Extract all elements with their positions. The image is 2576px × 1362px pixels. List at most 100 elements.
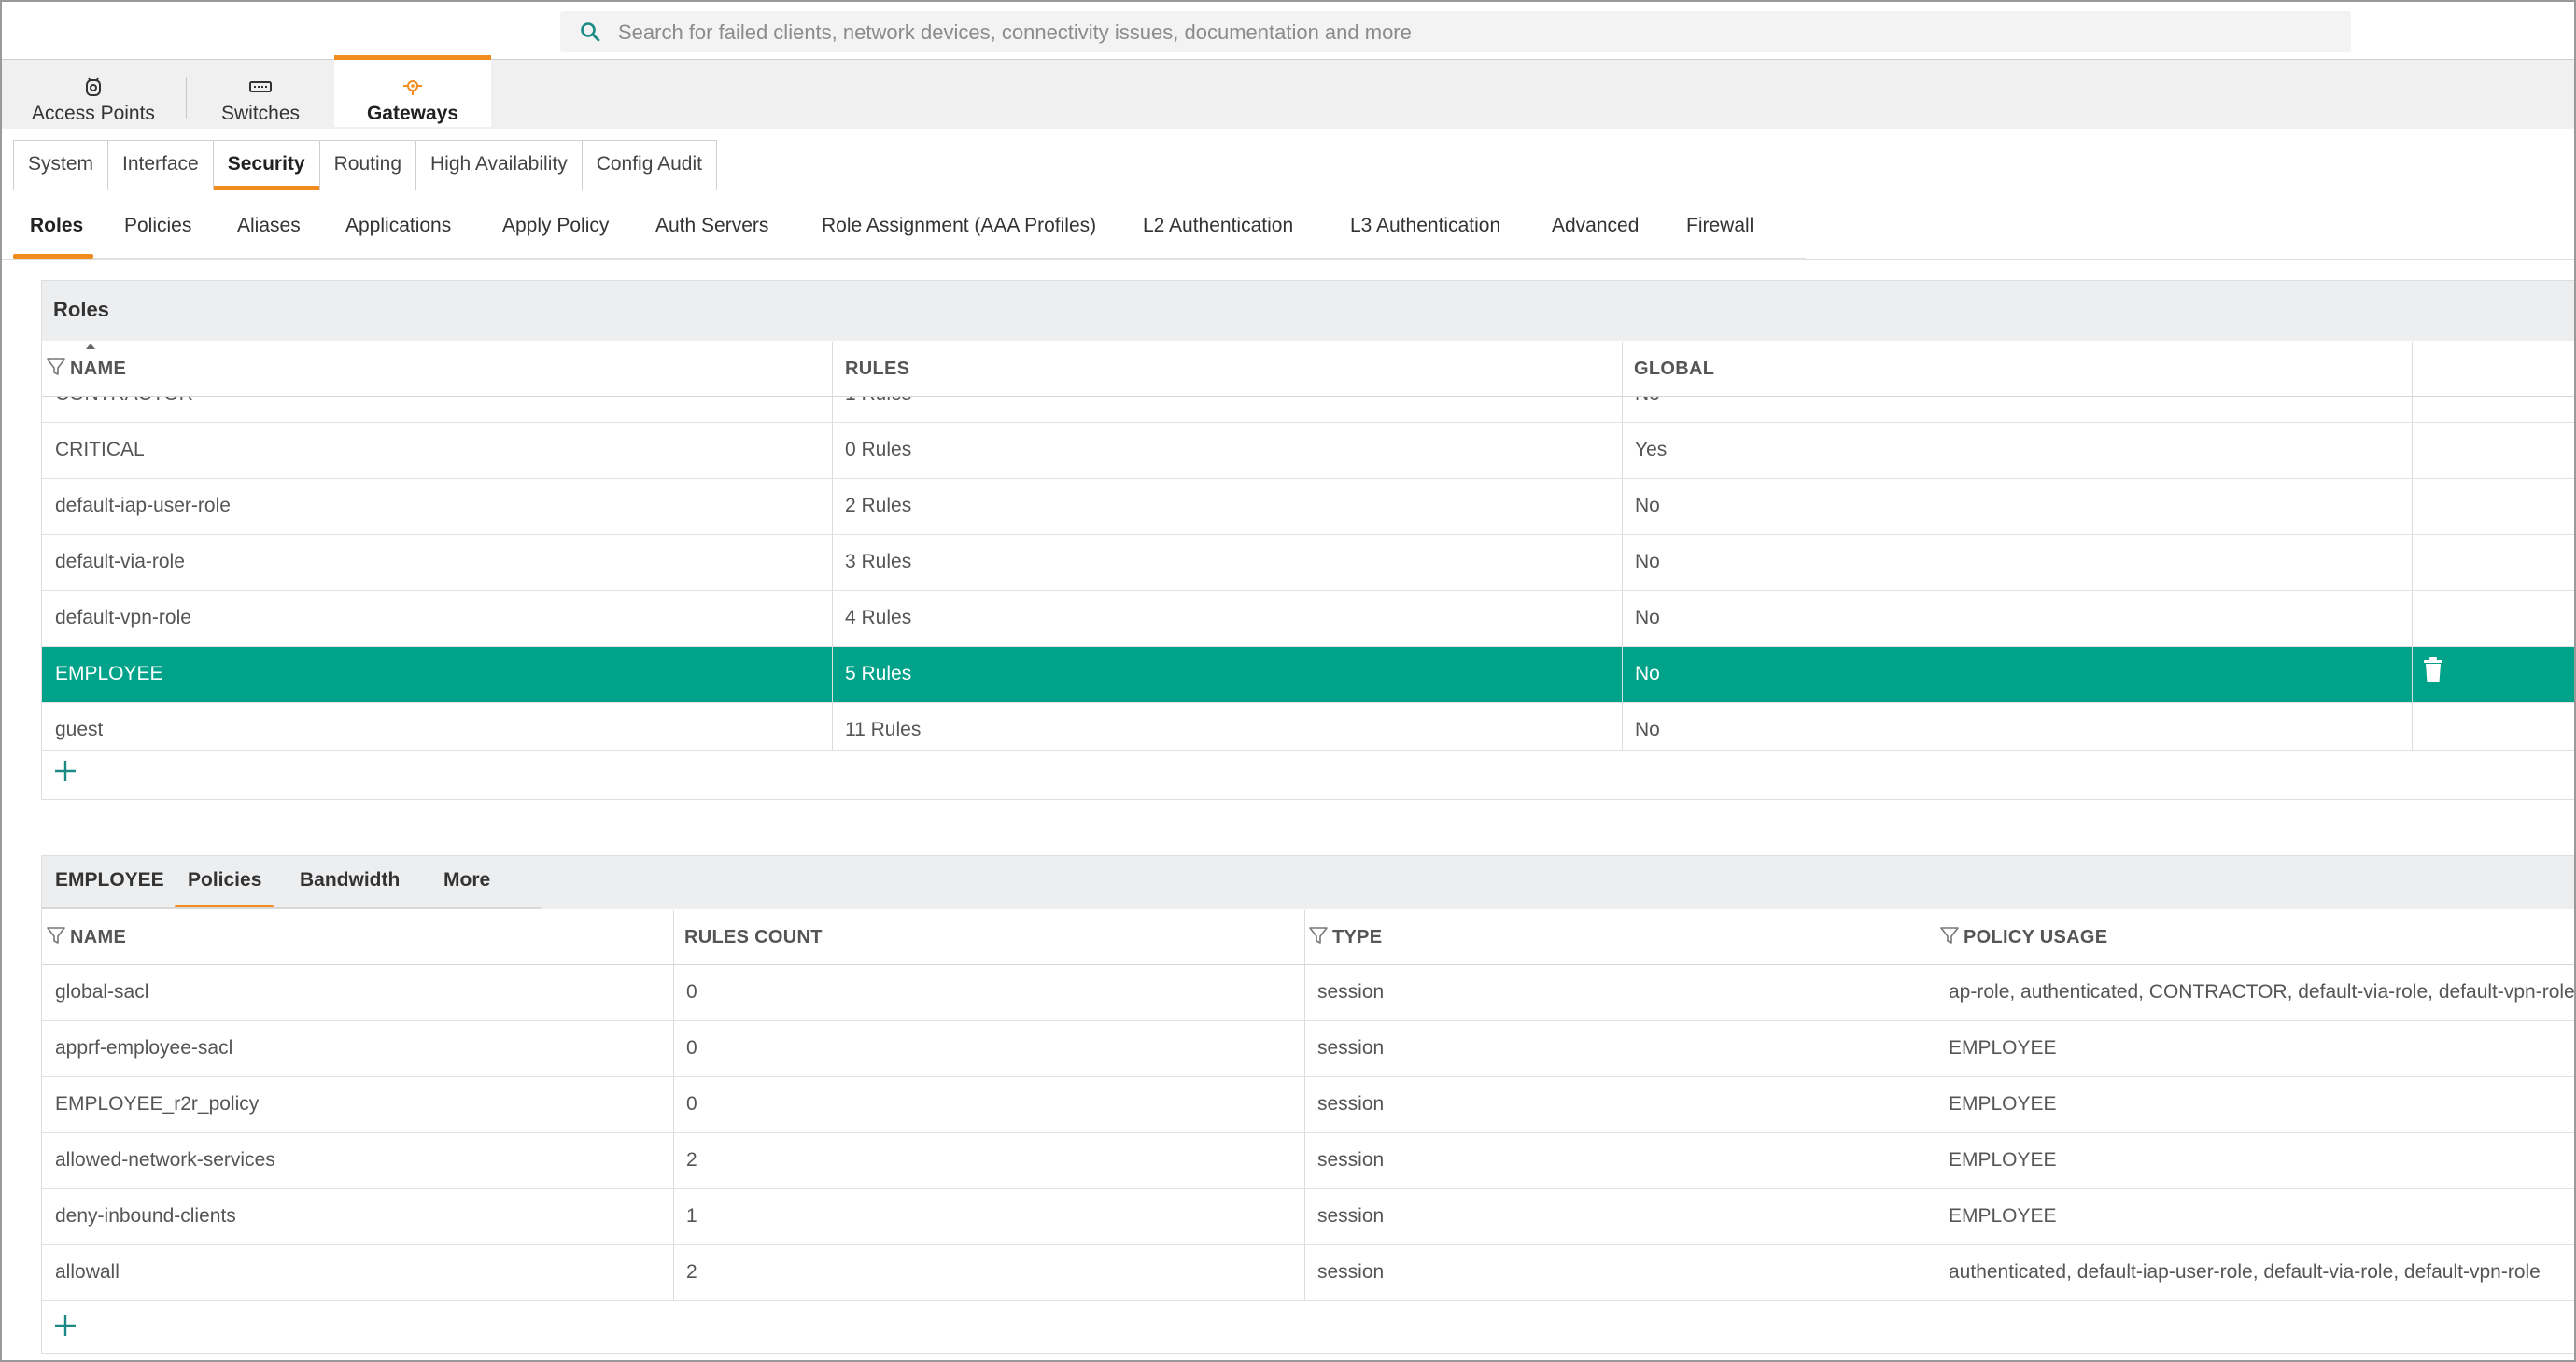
tab-routing[interactable]: Routing: [320, 141, 416, 190]
access-point-icon: [86, 77, 101, 96]
policy-usage: authenticated, default-iap-user-role, de…: [1949, 1261, 2541, 1283]
column-type[interactable]: TYPE: [1332, 927, 1382, 948]
policy-rules-count: 2: [686, 1261, 697, 1283]
tab-apply-policy[interactable]: Apply Policy: [502, 215, 609, 237]
column-policy-usage[interactable]: POLICY USAGE: [1964, 927, 2107, 948]
column-name[interactable]: NAME: [70, 358, 126, 380]
tab-firewall[interactable]: Firewall: [1686, 215, 1753, 237]
tab-auth-servers[interactable]: Auth Servers: [655, 215, 768, 237]
policy-type: session: [1317, 981, 1385, 1003]
table-row[interactable]: default-via-role 3 Rules No: [42, 535, 2574, 591]
table-row-selected[interactable]: EMPLOYEE 5 Rules No: [42, 647, 2574, 703]
tab-role-more[interactable]: More: [443, 869, 490, 892]
column-divider: [1304, 965, 1305, 1301]
role-detail-header: EMPLOYEE Policies Bandwidth More: [42, 856, 2574, 909]
tab-config-audit[interactable]: Config Audit: [583, 141, 716, 190]
policy-rules-count: 2: [686, 1149, 697, 1171]
tab-gateways[interactable]: Gateways: [334, 55, 491, 127]
column-name[interactable]: NAME: [70, 927, 126, 948]
role-name: CRITICAL: [55, 439, 145, 460]
tab-interface[interactable]: Interface: [108, 141, 214, 190]
policy-name: deny-inbound-clients: [55, 1205, 236, 1227]
role-name: default-via-role: [55, 551, 185, 572]
tab-policies[interactable]: Policies: [124, 215, 191, 237]
policy-name: allowall: [55, 1261, 120, 1283]
gateway-icon: [403, 80, 422, 95]
role-global: No: [1635, 495, 1660, 516]
table-row[interactable]: CRITICAL 0 Rules Yes: [42, 423, 2574, 479]
policy-usage: EMPLOYEE: [1949, 1037, 2057, 1059]
policy-usage: EMPLOYEE: [1949, 1149, 2057, 1171]
tab-label: Switches: [220, 103, 301, 124]
sort-asc-icon[interactable]: [85, 343, 96, 350]
table-row[interactable]: guest 11 Rules No: [42, 703, 2574, 750]
add-policy-icon[interactable]: [53, 1313, 77, 1338]
global-search[interactable]: Search for failed clients, network devic…: [560, 11, 2351, 52]
column-divider: [1622, 342, 1623, 396]
policy-type: session: [1317, 1037, 1385, 1059]
tab-label: Gateways: [366, 103, 459, 124]
search-input[interactable]: Search for failed clients, network devic…: [618, 21, 1412, 45]
table-row[interactable]: default-vpn-role 4 Rules No: [42, 591, 2574, 647]
add-role-icon[interactable]: [53, 759, 77, 783]
table-row[interactable]: default-iap-user-role 2 Rules No: [42, 479, 2574, 535]
tab-switches[interactable]: Switches: [187, 60, 334, 129]
filter-icon[interactable]: [1939, 925, 1960, 946]
role-global: No: [1635, 719, 1660, 740]
role-global: No: [1635, 397, 1660, 405]
policy-name: global-sacl: [55, 981, 149, 1003]
table-row[interactable]: deny-inbound-clients 1 session EMPLOYEE: [42, 1189, 2574, 1245]
column-global[interactable]: GLOBAL: [1634, 358, 1714, 380]
tab-high-availability[interactable]: High Availability: [416, 141, 583, 190]
tab-roles[interactable]: Roles: [30, 215, 83, 237]
role-rules: 3 Rules: [845, 551, 912, 572]
role-name: CONTRACTOR: [55, 397, 193, 405]
tab-system[interactable]: System: [14, 141, 109, 190]
policy-rules-count: 0: [686, 981, 697, 1003]
column-divider: [832, 342, 833, 396]
role-global: Yes: [1635, 439, 1668, 460]
policy-name: EMPLOYEE_r2r_policy: [55, 1093, 260, 1115]
column-rules[interactable]: RULES: [845, 358, 909, 380]
tab-advanced[interactable]: Advanced: [1552, 215, 1639, 237]
trash-icon[interactable]: [2421, 656, 2445, 684]
tab-access-points[interactable]: Access Points: [2, 60, 185, 129]
roles-table-body: CONTRACTOR 1 Rules No CRITICAL 0 Rules Y…: [42, 397, 2574, 750]
tab-security[interactable]: Security: [213, 141, 320, 190]
column-rules-count[interactable]: RULES COUNT: [684, 927, 823, 948]
filter-icon[interactable]: [1308, 925, 1329, 946]
tab-applications[interactable]: Applications: [345, 215, 451, 237]
content-divider: [2, 259, 2574, 260]
role-rules: 5 Rules: [845, 663, 912, 684]
security-sub-tabs: Roles Policies Aliases Applications Appl…: [13, 205, 1806, 260]
policy-type: session: [1317, 1149, 1385, 1171]
role-rules: 2 Rules: [845, 495, 912, 516]
tab-role-bandwidth[interactable]: Bandwidth: [300, 869, 400, 892]
table-row[interactable]: CONTRACTOR 1 Rules No: [42, 397, 2574, 423]
role-rules: 0 Rules: [845, 439, 912, 460]
tab-l3-authentication[interactable]: L3 Authentication: [1350, 215, 1500, 237]
app-window: Search for failed clients, network devic…: [0, 0, 2576, 1362]
tab-role-assignment[interactable]: Role Assignment (AAA Profiles): [822, 215, 1096, 237]
tab-aliases[interactable]: Aliases: [237, 215, 301, 237]
filter-icon[interactable]: [46, 925, 66, 946]
policy-type: session: [1317, 1205, 1385, 1227]
filter-icon[interactable]: [46, 357, 66, 377]
role-global: No: [1635, 551, 1660, 572]
table-row[interactable]: EMPLOYEE_r2r_policy 0 session EMPLOYEE: [42, 1077, 2574, 1133]
table-row[interactable]: allowed-network-services 2 session EMPLO…: [42, 1133, 2574, 1189]
table-row[interactable]: apprf-employee-sacl 0 session EMPLOYEE: [42, 1021, 2574, 1077]
table-row[interactable]: allowall 2 session authenticated, defaul…: [42, 1245, 2574, 1301]
column-divider: [1622, 397, 1623, 750]
table-row[interactable]: global-sacl 0 session ap-role, authentic…: [42, 965, 2574, 1021]
policy-usage: EMPLOYEE: [1949, 1093, 2057, 1115]
tab-l2-authentication[interactable]: L2 Authentication: [1143, 215, 1293, 237]
tab-role-policies[interactable]: Policies: [188, 869, 261, 892]
table-footer-divider: [42, 750, 2574, 751]
role-rules: 1 Rules: [845, 397, 911, 405]
role-global: No: [1635, 663, 1660, 684]
policy-rules-count: 0: [686, 1037, 697, 1059]
search-icon: [581, 22, 600, 42]
role-name: default-vpn-role: [55, 607, 191, 628]
column-divider: [832, 397, 833, 750]
